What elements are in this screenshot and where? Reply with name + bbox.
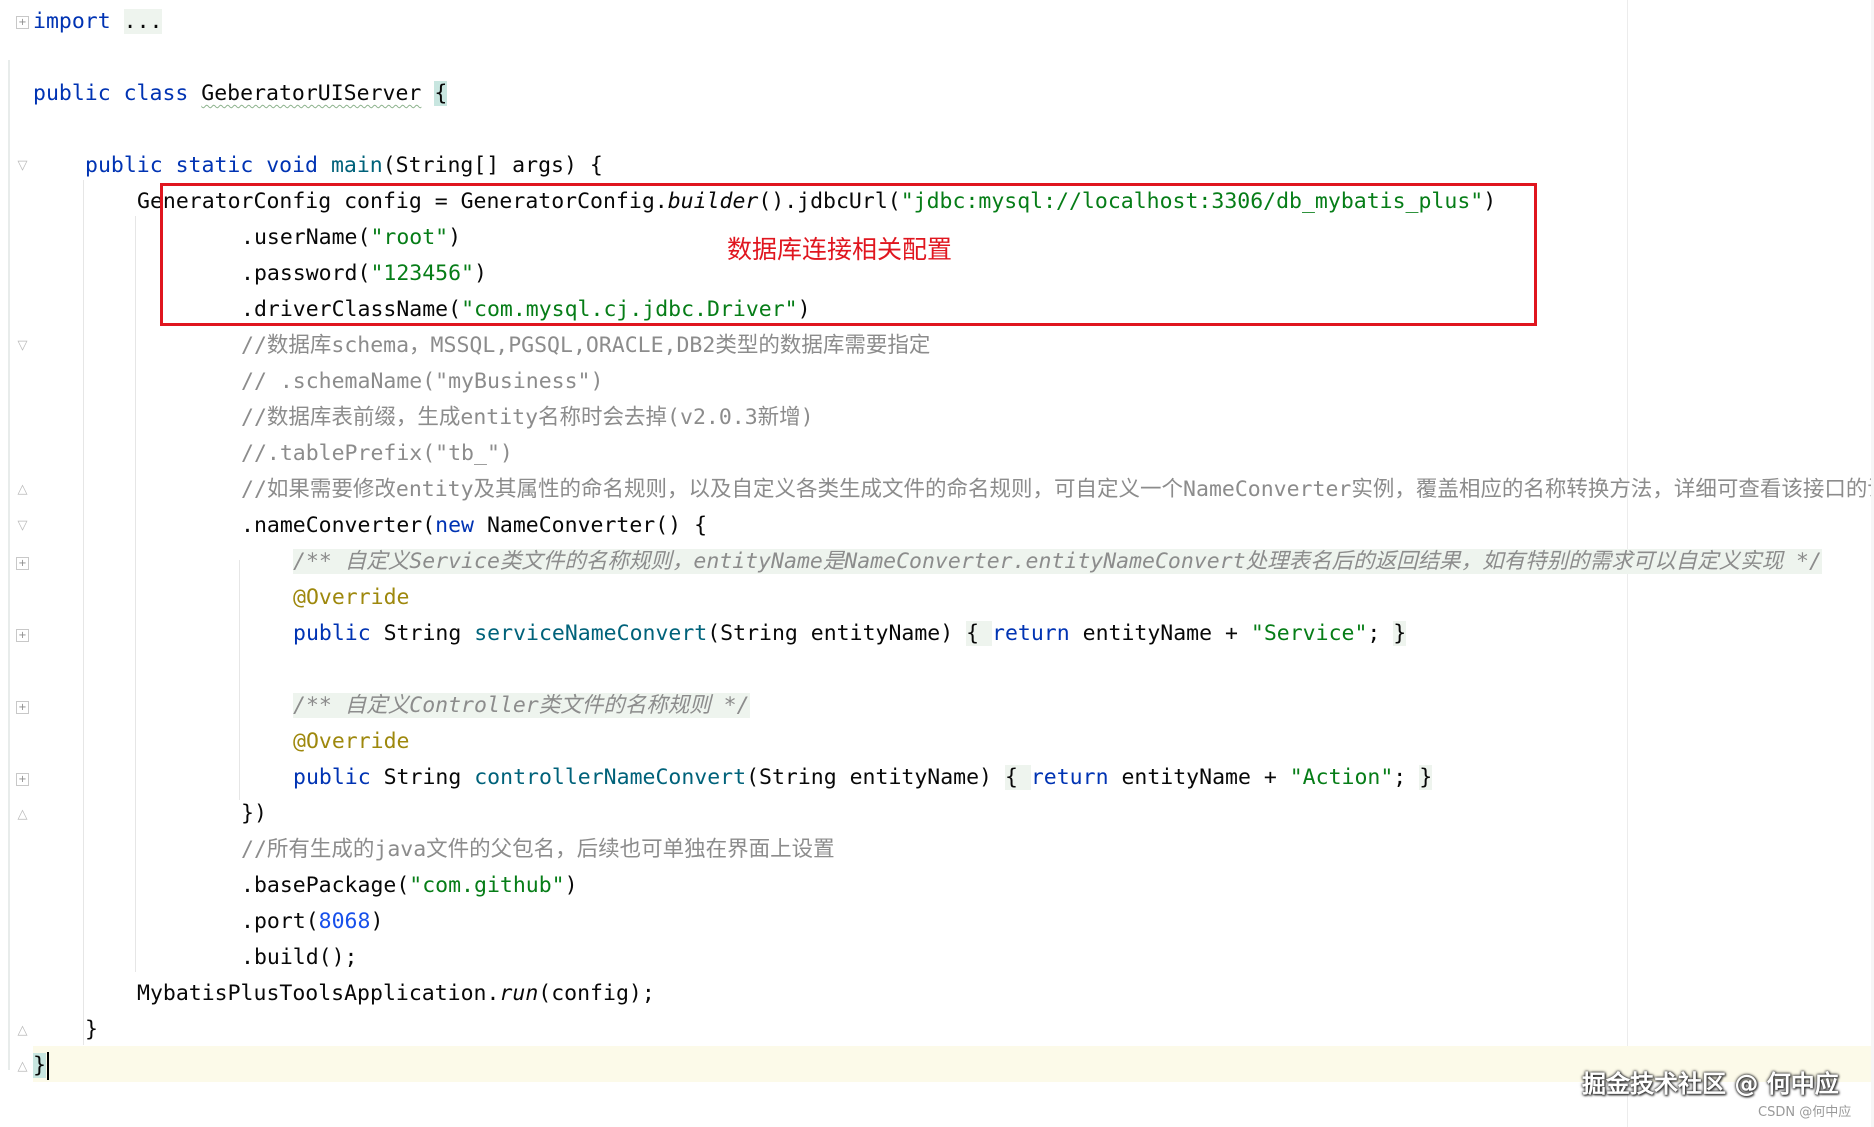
class-name: GeberatorUIServer bbox=[201, 81, 422, 106]
fold-collapse-icon[interactable]: △ bbox=[16, 1060, 29, 1074]
code-line-run: MybatisPlusToolsApplication.run(config); bbox=[137, 976, 655, 1012]
code-text: .basePackage( bbox=[241, 873, 410, 898]
indent-guide bbox=[83, 180, 84, 1045]
string-literal: "Action" bbox=[1289, 765, 1394, 790]
brace: } bbox=[33, 1053, 46, 1078]
annotation-line: @Override bbox=[293, 585, 410, 610]
folded-imports[interactable]: ... bbox=[123, 9, 163, 34]
code-text: entityName + bbox=[1069, 621, 1251, 646]
watermark: 掘金技术社区 @ 何中应 bbox=[1582, 1070, 1839, 1098]
fold-collapse-icon[interactable]: ▽ bbox=[16, 159, 29, 173]
comment-line: //数据库schema，MSSQL,PGSQL,ORACLE,DB2类型的数据库… bbox=[241, 333, 931, 358]
code-line-build: .build(); bbox=[241, 945, 358, 970]
method-name: controllerNameConvert bbox=[474, 765, 747, 790]
number-literal: 8068 bbox=[318, 909, 371, 934]
fold-collapse-icon[interactable]: ▽ bbox=[16, 339, 29, 353]
fold-expand-icon[interactable]: + bbox=[16, 16, 29, 29]
code-line-basepackage: .basePackage("com.github") bbox=[241, 868, 578, 904]
code-editor[interactable]: import ... public class GeberatorUIServe… bbox=[33, 0, 1874, 1127]
doc-comment-line: /** 自定义Service类文件的名称规则，entityName是NameCo… bbox=[293, 544, 1822, 580]
comment-line: // .schemaName("myBusiness") bbox=[241, 369, 604, 394]
method-name: main bbox=[330, 153, 383, 178]
code-line-nameconverter: .nameConverter(new NameConverter() { bbox=[241, 508, 707, 544]
fold-expand-icon[interactable]: + bbox=[16, 701, 29, 714]
folded-brace[interactable]: } bbox=[1393, 621, 1407, 646]
code-text: String bbox=[370, 621, 475, 646]
code-text: ; bbox=[1393, 765, 1420, 790]
watermark-sub: CSDN @何中应 bbox=[1758, 1105, 1852, 1120]
keyword: public bbox=[293, 621, 371, 646]
comment-line: //所有生成的java文件的父包名，后续也可单独在界面上设置 bbox=[241, 837, 835, 862]
code-line-class: public class GeberatorUIServer { bbox=[33, 76, 448, 112]
code-text: .port( bbox=[241, 909, 319, 934]
string-literal: "com.github" bbox=[409, 873, 565, 898]
doc-comment: /** 自定义Service类文件的名称规则，entityName是NameCo… bbox=[293, 549, 1822, 574]
indent-guide bbox=[135, 216, 136, 972]
fold-collapse-icon[interactable]: △ bbox=[16, 1024, 29, 1038]
code-line-close-class: } bbox=[33, 1048, 49, 1084]
string-literal: "Service" bbox=[1250, 621, 1368, 646]
code-text: MybatisPlusToolsApplication. bbox=[137, 981, 500, 1006]
keyword: public class bbox=[33, 81, 189, 106]
annotation-line: @Override bbox=[293, 729, 410, 754]
code-text: NameConverter() { bbox=[474, 513, 708, 538]
doc-comment: /** 自定义Controller类文件的名称规则 */ bbox=[293, 693, 750, 718]
keyword: new bbox=[435, 513, 475, 538]
comment-line: //.tablePrefix("tb_") bbox=[241, 441, 513, 466]
params: (String[] args) { bbox=[382, 153, 603, 178]
folded-brace[interactable]: } bbox=[1419, 765, 1433, 790]
comment-line: //数据库表前缀，生成entity名称时会去掉(v2.0.3新增) bbox=[241, 405, 814, 430]
code-line-controller-method: public String controllerNameConvert(Stri… bbox=[293, 760, 1433, 796]
params: (String entityName) bbox=[707, 621, 967, 646]
keyword: import bbox=[33, 9, 111, 34]
text-caret bbox=[46, 1052, 49, 1080]
folded-brace[interactable]: { bbox=[966, 621, 993, 646]
code-text: ) bbox=[370, 909, 384, 934]
code-line-main: public static void main(String[] args) { bbox=[85, 148, 603, 184]
code-text: ; bbox=[1367, 621, 1394, 646]
code-text: (config); bbox=[538, 981, 655, 1006]
method-call: run bbox=[499, 981, 539, 1006]
doc-comment-line: /** 自定义Controller类文件的名称规则 */ bbox=[293, 688, 750, 724]
annotation-label: 数据库连接相关配置 bbox=[727, 235, 953, 264]
code-text: String bbox=[370, 765, 475, 790]
keyword: return bbox=[992, 621, 1070, 646]
code-line-port: .port(8068) bbox=[241, 904, 383, 940]
comment-line: //如果需要修改entity及其属性的命名规则，以及自定义各类生成文件的命名规则… bbox=[241, 477, 1874, 502]
code-text: ) bbox=[564, 873, 578, 898]
code-line-close-main: } bbox=[85, 1017, 98, 1042]
keyword: public static void bbox=[85, 153, 318, 178]
fold-expand-icon[interactable]: + bbox=[16, 557, 29, 570]
brace: { bbox=[434, 81, 448, 106]
code-line-service-method: public String serviceNameConvert(String … bbox=[293, 616, 1407, 652]
fold-expand-icon[interactable]: + bbox=[16, 773, 29, 786]
indent-guide bbox=[239, 560, 240, 800]
params: (String entityName) bbox=[746, 765, 1005, 790]
fold-collapse-icon[interactable]: △ bbox=[16, 483, 29, 497]
fold-collapse-icon[interactable]: △ bbox=[16, 808, 29, 822]
keyword: return bbox=[1030, 765, 1109, 790]
keyword: public bbox=[293, 765, 371, 790]
method-name: serviceNameConvert bbox=[474, 621, 708, 646]
folded-brace[interactable]: { bbox=[1004, 765, 1031, 790]
change-marker-strip bbox=[8, 60, 10, 1070]
editor-gutter: + ▽ ▽ △ ▽ + + + + △ △ △ bbox=[0, 0, 30, 1127]
code-line-import: import ... bbox=[33, 4, 163, 40]
code-line-close-anon: }) bbox=[241, 801, 267, 826]
fold-collapse-icon[interactable]: ▽ bbox=[16, 519, 29, 533]
code-text: .nameConverter( bbox=[241, 513, 436, 538]
code-text: entityName + bbox=[1108, 765, 1290, 790]
fold-expand-icon[interactable]: + bbox=[16, 629, 29, 642]
